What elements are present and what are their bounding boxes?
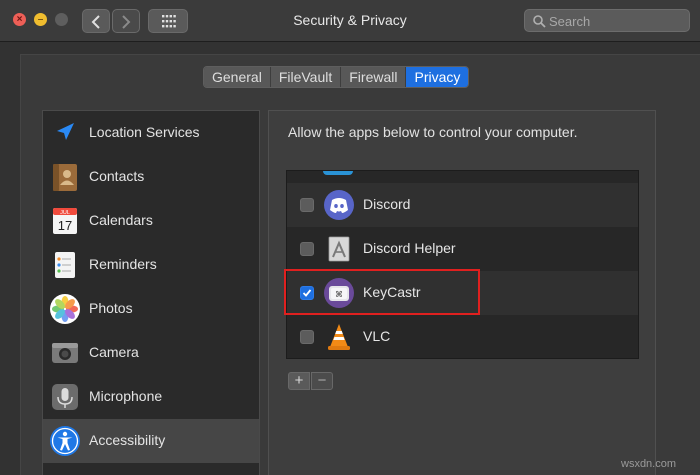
sidebar-item-label: Camera	[89, 344, 139, 360]
location-arrow-icon	[57, 123, 74, 140]
sidebar-item-label: Photos	[89, 300, 133, 316]
tab-general[interactable]: General	[204, 67, 271, 87]
close-icon: ×	[16, 14, 23, 25]
app-label: KeyCastr	[363, 284, 421, 300]
sidebar-item-label: Location Services	[89, 124, 200, 140]
sidebar-item-label: Reminders	[89, 256, 157, 272]
vlc-cone-icon	[328, 324, 350, 350]
partial-app-icon	[323, 171, 353, 175]
svg-text:⌘: ⌘	[335, 290, 343, 299]
keycastr-icon: ⌘	[324, 278, 354, 308]
tab-filevault[interactable]: FileVault	[270, 67, 342, 87]
checkmark-icon	[302, 289, 312, 297]
calendar-icon: JUL 17	[53, 208, 77, 234]
app-checkbox-checked[interactable]	[300, 286, 314, 300]
app-label: Discord Helper	[363, 240, 456, 256]
tab-bar: General FileVault Firewall Privacy	[203, 66, 470, 88]
sidebar-item-label: Calendars	[89, 212, 153, 228]
sidebar-item-calendars[interactable]: JUL 17 Calendars	[43, 199, 259, 243]
calendar-day: 17	[58, 218, 72, 233]
list-item-vlc: VLC	[287, 315, 638, 358]
sidebar-item-label: Contacts	[89, 168, 145, 184]
list-item-discord-helper: Discord Helper	[287, 227, 638, 271]
reminders-list-icon	[55, 252, 75, 278]
calendar-month: JUL	[60, 210, 70, 216]
sidebar-item-camera[interactable]: Camera	[43, 331, 259, 375]
sidebar-item-location-services[interactable]: Location Services	[43, 111, 259, 155]
app-label: VLC	[363, 328, 391, 344]
sidebar-item-contacts[interactable]: Contacts	[43, 155, 259, 199]
privacy-category-list: Location Services Contacts JUL 17 Calend…	[42, 110, 260, 475]
sidebar-item-photos[interactable]: Photos	[43, 287, 259, 331]
search-icon	[533, 15, 546, 28]
add-app-button[interactable]: +	[288, 372, 310, 390]
discord-icon	[324, 190, 354, 220]
app-list: Discord Discord Helper ⌘ KeyCastr VLC	[286, 170, 639, 359]
search-input[interactable]	[549, 12, 685, 30]
accessibility-person-icon	[50, 426, 80, 456]
minimize-window-button[interactable]: –	[34, 13, 47, 26]
list-item-keycastr: ⌘ KeyCastr	[287, 271, 638, 315]
search-field[interactable]	[524, 9, 690, 32]
back-button[interactable]	[82, 9, 110, 33]
app-label: Discord	[363, 196, 411, 212]
forward-button[interactable]	[112, 9, 140, 33]
window-title: Security & Privacy	[293, 12, 407, 28]
minimize-icon: –	[37, 14, 44, 25]
remove-app-button[interactable]: −	[311, 372, 333, 390]
discord-helper-app-icon	[328, 236, 350, 262]
sidebar-item-accessibility[interactable]: Accessibility	[43, 419, 259, 463]
zoom-window-button[interactable]	[55, 13, 68, 26]
contacts-book-icon	[53, 164, 77, 191]
sidebar-item-label: Microphone	[89, 388, 163, 404]
close-window-button[interactable]: ×	[13, 13, 26, 26]
tab-privacy[interactable]: Privacy	[406, 67, 469, 87]
sidebar-item-reminders[interactable]: Reminders	[43, 243, 259, 287]
sidebar-item-microphone[interactable]: Microphone	[43, 375, 259, 419]
tab-firewall[interactable]: Firewall	[341, 67, 407, 87]
app-checkbox[interactable]	[300, 330, 314, 344]
sidebar-item-label: Accessibility	[89, 432, 166, 448]
chevron-left-icon	[91, 15, 100, 29]
title-bar: × – Security & Privacy	[0, 0, 700, 42]
microphone-icon	[52, 384, 78, 410]
chevron-right-icon	[122, 15, 131, 29]
app-checkbox[interactable]	[300, 198, 314, 212]
watermark: wsxdn.com	[621, 458, 677, 470]
app-checkbox[interactable]	[300, 242, 314, 256]
list-item-discord: Discord	[287, 183, 638, 227]
show-all-button[interactable]	[148, 9, 188, 33]
photos-flower-icon	[50, 294, 80, 324]
camera-icon	[52, 343, 78, 363]
grid-icon	[162, 15, 176, 28]
panel-description: Allow the apps below to control your com…	[288, 124, 578, 140]
